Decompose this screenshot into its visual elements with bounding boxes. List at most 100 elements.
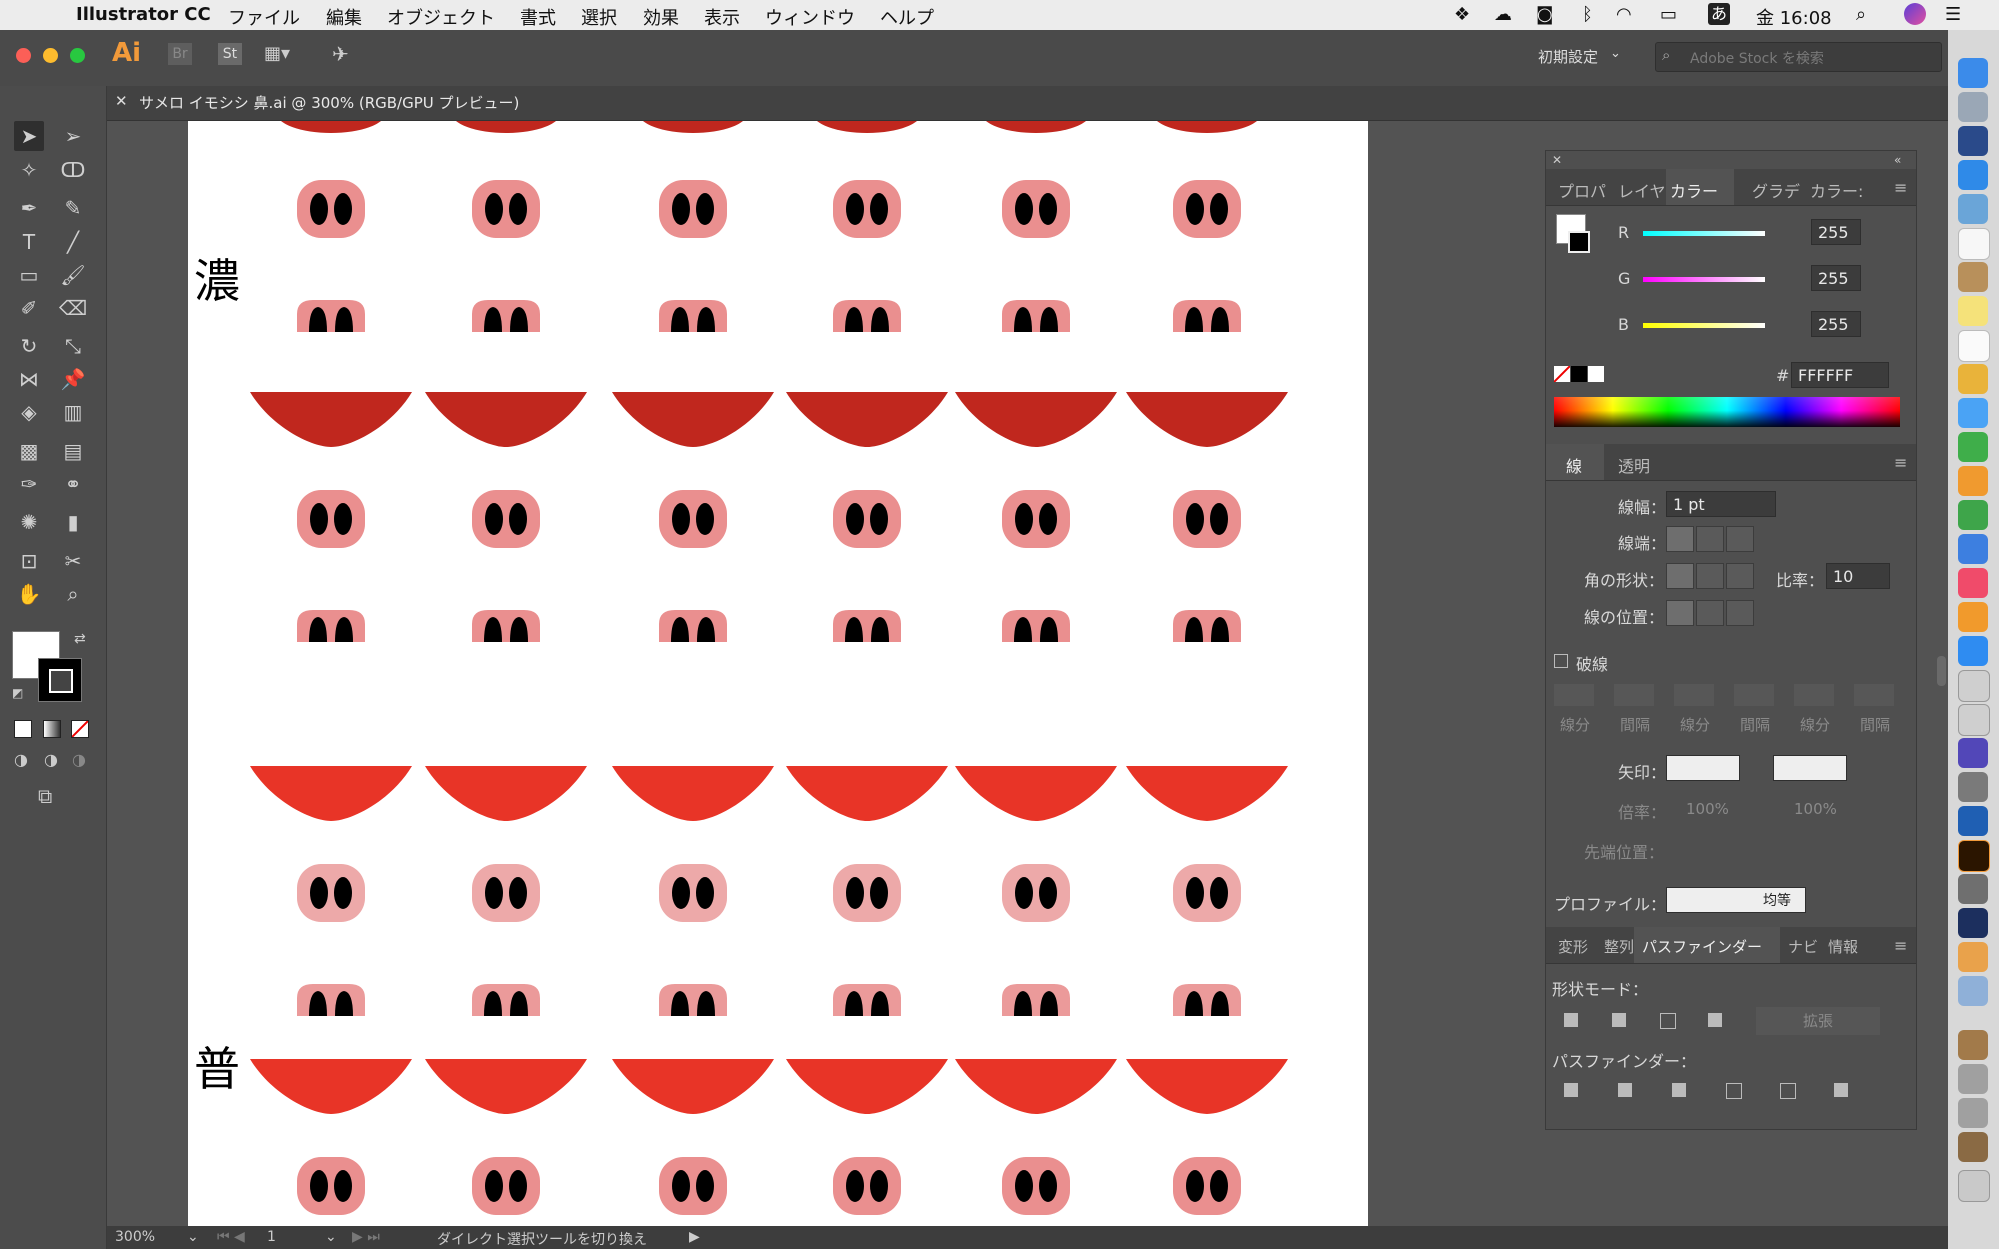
- folder-icon-3[interactable]: [1958, 1098, 1988, 1128]
- mouth-shape[interactable]: [955, 1059, 1117, 1114]
- stroke-weight-field[interactable]: 1 pt: [1666, 491, 1776, 517]
- nostril[interactable]: [334, 1170, 352, 1202]
- divide-button[interactable]: [1560, 1079, 1588, 1105]
- nose-shape[interactable]: [1002, 864, 1070, 922]
- swap-fill-stroke-icon[interactable]: ⇄: [74, 631, 86, 647]
- none-mode-button[interactable]: [71, 720, 89, 738]
- paintbrush-tool[interactable]: 🖌: [58, 260, 88, 290]
- nose-shape[interactable]: [1002, 490, 1070, 548]
- nose-half-shape[interactable]: [833, 610, 901, 642]
- trim-button[interactable]: [1614, 1079, 1642, 1105]
- align-outside-button[interactable]: [1726, 600, 1754, 626]
- close-window-button[interactable]: [16, 48, 31, 63]
- nose-shape[interactable]: [833, 180, 901, 238]
- input-method-indicator[interactable]: あ: [1708, 3, 1730, 25]
- tab-transparency[interactable]: 透明: [1618, 453, 1650, 477]
- nostril[interactable]: [310, 503, 328, 535]
- mouth-shape[interactable]: [955, 392, 1117, 447]
- profile-select[interactable]: 均等: [1666, 887, 1806, 913]
- mouth-shape[interactable]: [250, 392, 412, 447]
- nostril[interactable]: [1186, 877, 1204, 909]
- white-swatch[interactable]: [1588, 366, 1604, 382]
- dash-field[interactable]: [1734, 684, 1774, 706]
- menu-file[interactable]: ファイル: [228, 4, 300, 30]
- keynote-icon[interactable]: [1958, 534, 1988, 564]
- safari-icon[interactable]: [1958, 160, 1988, 190]
- nose-shape[interactable]: [833, 1157, 901, 1215]
- draw-inside-icon[interactable]: ◑: [72, 750, 86, 769]
- artboard-tool[interactable]: ⊡: [14, 546, 44, 576]
- nose-half-shape[interactable]: [297, 300, 365, 332]
- hex-value-field[interactable]: FFFFFF: [1791, 362, 1889, 388]
- nose-shape[interactable]: [297, 1157, 365, 1215]
- nostril[interactable]: [509, 1170, 527, 1202]
- nose-half-shape[interactable]: [659, 610, 727, 642]
- finder-icon[interactable]: [1958, 58, 1988, 88]
- imovie-icon[interactable]: [1958, 738, 1988, 768]
- tab-layers[interactable]: レイヤ: [1618, 178, 1666, 202]
- nostril[interactable]: [334, 193, 352, 225]
- black-swatch[interactable]: [1571, 366, 1587, 382]
- blend-tool[interactable]: ⚭: [58, 469, 88, 499]
- menu-help[interactable]: ヘルプ: [880, 4, 934, 30]
- nose-shape[interactable]: [659, 864, 727, 922]
- outline-button[interactable]: [1776, 1079, 1804, 1105]
- nostril[interactable]: [334, 503, 352, 535]
- reminders-icon[interactable]: [1958, 330, 1990, 362]
- nostril[interactable]: [846, 877, 864, 909]
- tab-color[interactable]: カラー: [1670, 178, 1718, 202]
- nostril[interactable]: [846, 193, 864, 225]
- arrange-documents-icon[interactable]: ▦▾: [264, 43, 290, 64]
- tab-navigator[interactable]: ナビ: [1788, 936, 1818, 957]
- zoom-window-button[interactable]: [70, 48, 85, 63]
- app-icon-d[interactable]: [1958, 976, 1988, 1006]
- mouth-shape[interactable]: [1126, 766, 1288, 821]
- nose-half-shape[interactable]: [472, 984, 540, 1016]
- bridge-button[interactable]: Br: [168, 43, 192, 65]
- align-inside-button[interactable]: [1696, 600, 1724, 626]
- close-tab-icon[interactable]: ✕: [115, 92, 128, 110]
- mouth-shape[interactable]: [425, 766, 587, 821]
- dropbox-icon[interactable]: ❖: [1454, 4, 1470, 25]
- tab-gradient[interactable]: グラデ: [1752, 178, 1800, 202]
- quicktime-icon[interactable]: [1958, 806, 1988, 836]
- nose-shape[interactable]: [659, 490, 727, 548]
- nose-shape[interactable]: [297, 864, 365, 922]
- miter-join-button[interactable]: [1666, 563, 1694, 589]
- mouth-shape[interactable]: [425, 1059, 587, 1114]
- nose-half-shape[interactable]: [1002, 300, 1070, 332]
- nose-half-shape[interactable]: [1173, 984, 1241, 1016]
- selection-tool[interactable]: ➤: [14, 121, 44, 151]
- hand-tool[interactable]: ✋: [14, 579, 44, 609]
- nostril[interactable]: [870, 1170, 888, 1202]
- dashed-line-checkbox[interactable]: [1554, 654, 1568, 668]
- mouth-partial-shape[interactable]: [643, 121, 743, 133]
- dash-field[interactable]: [1614, 684, 1654, 706]
- nostril[interactable]: [1015, 193, 1033, 225]
- rectangle-tool[interactable]: ▭: [14, 260, 44, 290]
- nose-shape[interactable]: [833, 490, 901, 548]
- preview-icon[interactable]: [1958, 194, 1988, 224]
- pen-tool[interactable]: ✒: [14, 193, 44, 223]
- document-tab-title[interactable]: サメロ イモシシ 鼻.ai @ 300% (RGB/GPU プレビュー): [139, 92, 519, 113]
- tab-properties[interactable]: プロパ: [1558, 178, 1606, 202]
- gradient-tool[interactable]: ▤: [58, 436, 88, 466]
- nostril[interactable]: [1210, 1170, 1228, 1202]
- siri-dock-icon[interactable]: [1958, 126, 1988, 156]
- nostril[interactable]: [1210, 877, 1228, 909]
- mouth-shape[interactable]: [786, 766, 948, 821]
- gradient-mode-button[interactable]: [43, 720, 61, 738]
- nose-shape[interactable]: [659, 1157, 727, 1215]
- screen-mode-icon[interactable]: ⧉: [38, 784, 52, 808]
- books-icon[interactable]: [1958, 602, 1988, 632]
- lasso-tool[interactable]: ↀ: [58, 155, 88, 185]
- last-artboard-icon[interactable]: ▶ ⏭: [352, 1229, 380, 1245]
- nostril[interactable]: [1015, 503, 1033, 535]
- stock-button[interactable]: St: [218, 43, 242, 65]
- menu-view[interactable]: 表示: [704, 4, 740, 30]
- default-colors-icon[interactable]: ◩: [12, 686, 23, 700]
- nose-shape[interactable]: [1173, 180, 1241, 238]
- nose-shape[interactable]: [833, 864, 901, 922]
- nostril[interactable]: [1039, 503, 1057, 535]
- mouth-shape[interactable]: [1126, 392, 1288, 447]
